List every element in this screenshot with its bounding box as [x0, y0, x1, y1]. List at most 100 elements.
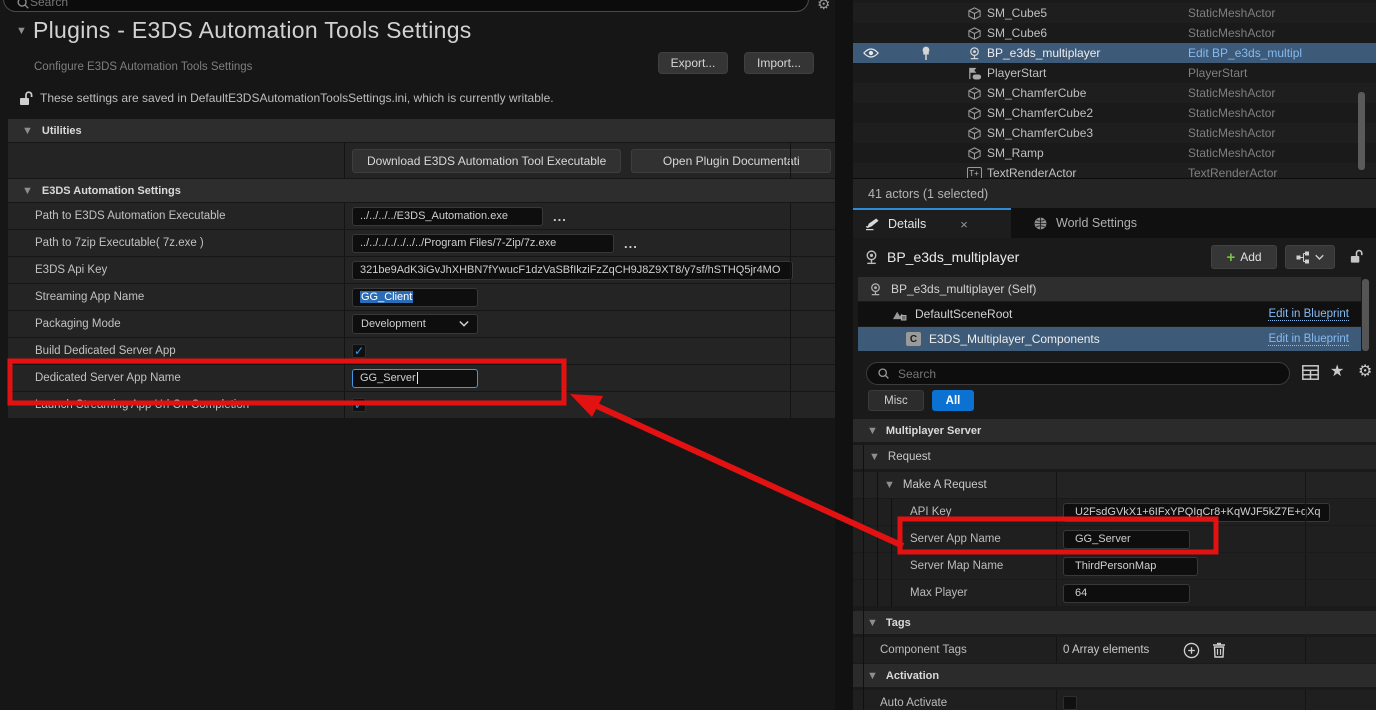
import-button[interactable]: Import... — [744, 52, 814, 74]
outliner-row[interactable]: PlayerStart PlayerStart — [853, 63, 1376, 83]
outliner-row[interactable]: SM_ChamferCube3 StaticMeshActor — [853, 123, 1376, 143]
outliner: SM_Cube5 StaticMeshActor SM_Cube6 Static… — [853, 0, 1376, 178]
indent-guide — [863, 445, 864, 710]
build-server-checkbox[interactable]: ✓ — [352, 344, 366, 358]
add-label: Add — [1240, 250, 1261, 264]
tree-row-scene-root[interactable]: DefaultSceneRoot Edit in Blueprint — [858, 302, 1361, 326]
section-label: E3DS Automation Settings — [42, 185, 181, 197]
tab-world-settings[interactable]: World Settings — [1021, 208, 1149, 238]
max-player-input[interactable]: 64 — [1063, 584, 1190, 603]
outliner-row[interactable]: T+ TextRenderActor TextRenderActor — [853, 163, 1376, 178]
row-7zip-exe: Path to 7zip Executable( 7z.exe ) ../../… — [8, 230, 835, 256]
tree-row-component-selected[interactable]: C E3DS_Multiplayer_Components Edit in Bl… — [858, 327, 1361, 351]
tab-details[interactable]: Details × — [853, 208, 1011, 238]
edit-blueprint-link[interactable]: Edit BP_e3ds_multipl — [1188, 46, 1302, 60]
download-executable-button[interactable]: Download E3DS Automation Tool Executable — [352, 149, 621, 173]
outliner-row[interactable]: SM_ChamferCube StaticMeshActor — [853, 83, 1376, 103]
server-app-name-input[interactable]: GG_Server — [1063, 530, 1190, 549]
settings-search[interactable] — [3, 0, 809, 12]
title-collapse-icon[interactable]: ▼ — [16, 25, 27, 37]
trash-icon[interactable] — [1212, 642, 1226, 658]
outliner-scrollbar[interactable] — [1358, 92, 1365, 170]
zip-exe-input[interactable]: ../../../../../../../Program Files/7-Zip… — [352, 234, 614, 253]
auto-activate-checkbox[interactable] — [1063, 696, 1077, 710]
browse-button[interactable]: ... — [624, 236, 638, 251]
section-activation[interactable]: ▼ Activation — [853, 664, 1376, 687]
actor-type: StaticMeshActor — [1188, 26, 1376, 40]
api-key-input[interactable]: 321be9AdK3iGvJhXHBN7fYwucF1dzVaSBfIkziFz… — [352, 261, 793, 280]
settings-gear-icon[interactable]: ⚙ — [1358, 361, 1372, 381]
outliner-footer: 41 actors (1 selected) — [853, 178, 1376, 208]
hierarchy-icon — [1296, 251, 1310, 264]
field-label: Build Dedicated Server App — [8, 338, 345, 364]
settings-table: ▼ Utilities Download E3DS Automation Too… — [8, 119, 835, 419]
settings-gear-icon[interactable]: ⚙ — [817, 0, 830, 13]
section-make-a-request[interactable]: ▼ Make A Request — [853, 472, 1376, 498]
close-icon[interactable]: × — [960, 217, 968, 232]
filter-chip-misc[interactable]: Misc — [868, 390, 924, 411]
edit-in-blueprint-link[interactable]: Edit in Blueprint — [1268, 308, 1349, 321]
filter-chip-all[interactable]: All — [932, 390, 974, 411]
packaging-mode-dropdown[interactable]: Development — [352, 314, 478, 334]
empty-label — [8, 143, 345, 178]
section-utilities[interactable]: ▼ Utilities — [8, 119, 835, 142]
details-icon — [865, 218, 880, 231]
collapse-icon: ▼ — [867, 617, 878, 629]
outliner-row[interactable]: SM_Cube6 StaticMeshActor — [853, 23, 1376, 43]
section-request[interactable]: ▼ Request — [853, 445, 1376, 469]
pawn-camera-icon — [863, 249, 880, 266]
row-automation-exe: Path to E3DS Automation Executable ../..… — [8, 203, 835, 229]
open-docs-button[interactable]: Open Plugin Documentati — [631, 149, 831, 173]
pin-icon[interactable] — [921, 46, 931, 61]
server-map-name-input[interactable]: ThirdPersonMap — [1063, 557, 1198, 576]
details-search-input[interactable] — [898, 367, 1240, 381]
grid-view-icon[interactable] — [1302, 365, 1319, 380]
actor-name: SM_ChamferCube3 — [985, 126, 1188, 140]
row-max-player: Max Player 64 — [853, 580, 1376, 606]
tree-row-self[interactable]: BP_e3ds_multiplayer (Self) — [858, 277, 1361, 301]
dropdown-value: Development — [361, 318, 426, 330]
tree-scrollbar[interactable] — [1362, 279, 1369, 351]
selected-actor-name: BP_e3ds_multiplayer — [887, 249, 1019, 265]
api-key-input[interactable]: U2FsdGVkX1+6IFxYPQIgCr8+KqWJF5kZ7E+qXq — [1063, 503, 1330, 522]
automation-exe-input[interactable]: ../../../../E3DS_Automation.exe — [352, 207, 543, 226]
launch-url-checkbox[interactable]: ✓ — [352, 398, 366, 412]
prop-label: Server Map Name — [853, 553, 1057, 579]
tree-label: BP_e3ds_multiplayer (Self) — [891, 282, 1036, 296]
eye-icon[interactable] — [863, 47, 879, 59]
prop-label: API Key — [853, 499, 1057, 525]
component-tree: BP_e3ds_multiplayer (Self) DefaultSceneR… — [858, 277, 1361, 352]
edit-in-blueprint-link[interactable]: Edit in Blueprint — [1268, 333, 1349, 346]
blueprint-hierarchy-button[interactable] — [1285, 245, 1335, 269]
favorites-star-icon[interactable]: ★ — [1330, 361, 1344, 381]
search-icon — [877, 367, 890, 380]
dedicated-server-app-input[interactable]: GG_Server — [352, 369, 478, 388]
unlock-icon[interactable] — [1349, 248, 1364, 264]
details-search[interactable] — [866, 362, 1290, 385]
section-multiplayer-server[interactable]: ▼ Multiplayer Server — [853, 419, 1376, 442]
scene-root-icon — [892, 308, 907, 321]
field-label: Path to E3DS Automation Executable — [8, 203, 345, 229]
collapse-icon: ▼ — [22, 185, 33, 197]
input-text: GG_Server — [360, 372, 416, 384]
selected-text: GG_Client — [360, 291, 413, 303]
section-label: Activation — [886, 670, 939, 682]
add-component-button[interactable]: + Add — [1211, 245, 1277, 269]
section-tags[interactable]: ▼ Tags — [853, 611, 1376, 634]
outliner-row[interactable]: SM_ChamferCube2 StaticMeshActor — [853, 103, 1376, 123]
streaming-app-input[interactable]: GG_Client — [352, 288, 478, 307]
settings-search-input[interactable] — [30, 0, 734, 10]
actor-name: SM_Cube5 — [985, 6, 1188, 20]
section-e3ds-automation-settings[interactable]: ▼ E3DS Automation Settings — [8, 179, 835, 202]
static-mesh-icon — [967, 106, 982, 121]
outliner-row[interactable]: SM_Ramp StaticMeshActor — [853, 143, 1376, 163]
export-button[interactable]: Export... — [658, 52, 728, 74]
static-mesh-icon — [967, 26, 982, 41]
page-title: Plugins - E3DS Automation Tools Settings — [33, 17, 472, 44]
add-element-icon[interactable] — [1183, 642, 1200, 659]
outliner-row[interactable]: SM_Cube5 StaticMeshActor — [853, 3, 1376, 23]
outliner-row-selected[interactable]: BP_e3ds_multiplayer Edit BP_e3ds_multipl — [853, 43, 1376, 63]
row-component-tags: Component Tags 0 Array elements — [853, 637, 1376, 663]
browse-button[interactable]: ... — [553, 209, 567, 224]
field-label: Dedicated Server App Name — [8, 365, 345, 391]
